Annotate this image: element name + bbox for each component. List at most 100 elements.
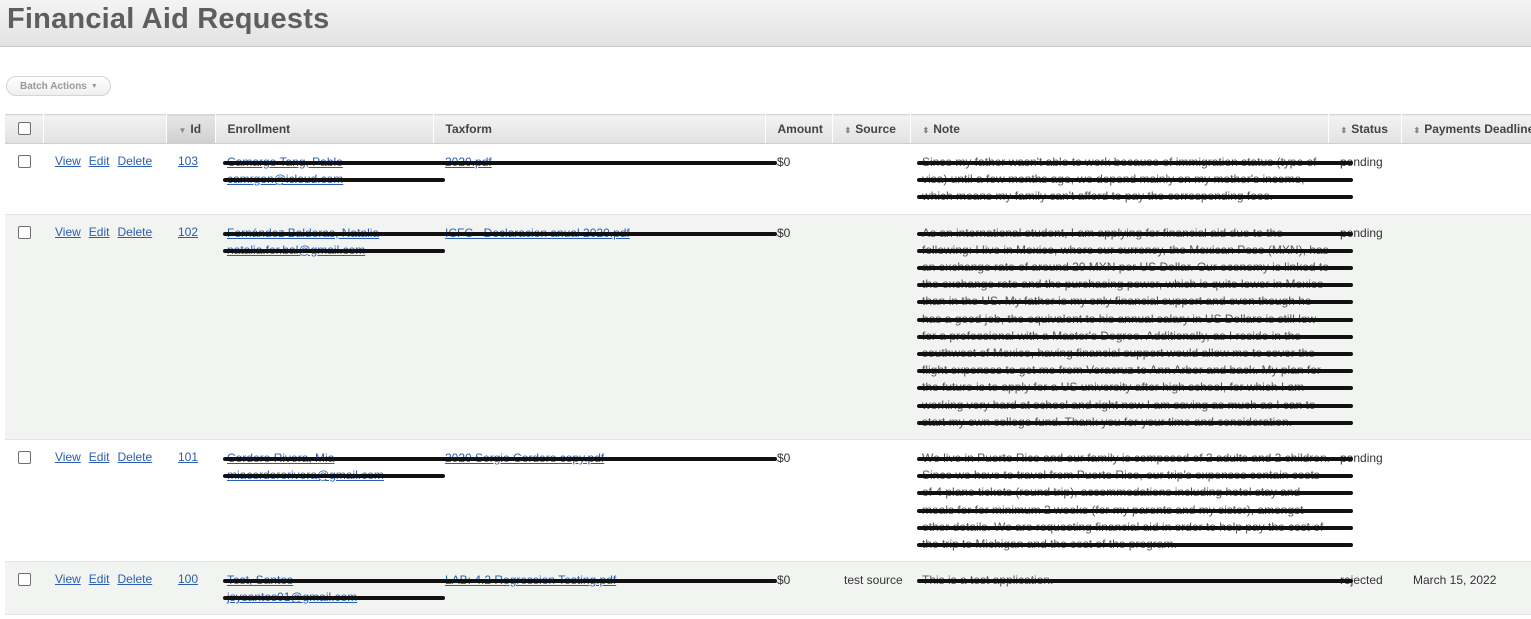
note-line: other details. We are requesting financi… <box>917 519 1353 536</box>
enrollment-name-link[interactable]: Fernández Balderas, Natalia <box>227 226 379 240</box>
delete-link[interactable]: Delete <box>117 154 152 168</box>
column-header-enrollment[interactable]: Enrollment <box>215 114 434 144</box>
edit-link[interactable]: Edit <box>89 225 110 239</box>
enrollment-name: Fernández Balderas, Natalia <box>223 225 445 242</box>
view-link[interactable]: View <box>55 572 81 586</box>
delete-link[interactable]: Delete <box>117 572 152 586</box>
row-id-link[interactable]: 103 <box>178 154 198 168</box>
row-checkbox[interactable] <box>18 573 31 587</box>
page-header: Financial Aid Requests <box>0 0 1531 47</box>
row-enrollment-cell: Test, Santos jsysantos01@gmail.com <box>215 561 445 615</box>
row-select-cell <box>5 561 43 615</box>
column-header-source[interactable]: ⬍ Source <box>832 114 911 144</box>
page-title: Financial Aid Requests <box>7 3 330 35</box>
note-line: This is a test application. <box>917 572 1353 589</box>
row-select-cell <box>5 214 43 440</box>
enrollment-name-link[interactable]: Test, Santos <box>227 573 293 587</box>
sort-both-icon: ⬍ <box>1413 126 1421 135</box>
note-line: has a good job, the equivalent to his an… <box>917 311 1353 328</box>
row-enrollment-cell: Camargo Tang, Pablo camrgon@icloud.com <box>215 143 445 215</box>
enrollment-email: miacorderorivera@gmail.com <box>223 467 445 484</box>
note-line: start my own college fund. Thank you for… <box>917 414 1353 431</box>
enrollment-email-link[interactable]: natalia.fer.bal@gmail.com <box>227 243 365 257</box>
enrollment-name-link[interactable]: Camargo Tang, Pablo <box>227 155 343 169</box>
delete-link[interactable]: Delete <box>117 450 152 464</box>
taxform-file: 2020 Sergio Cordero copy.pdf <box>441 450 777 467</box>
caret-down-icon: ▼ <box>90 83 98 90</box>
note-line: following: I live in Mexico, where our c… <box>917 242 1353 259</box>
column-header-id[interactable]: ▼ Id <box>166 114 216 144</box>
edit-link[interactable]: Edit <box>89 450 110 464</box>
column-header-status[interactable]: ⬍ Status <box>1328 114 1402 144</box>
row-source-cell <box>832 214 910 440</box>
column-header-label: Status <box>1351 122 1388 136</box>
note-line: working very hard at school and right no… <box>917 397 1353 414</box>
column-header-note[interactable]: ⬍ Note <box>910 114 1329 144</box>
note-line: meals for for minimum 2 weeks (for my pa… <box>917 502 1353 519</box>
row-source-cell: test source <box>832 561 910 615</box>
taxform-file: ICFC - Declaracion anual 2020.pdf <box>441 225 777 242</box>
enrollment-email-link[interactable]: miacorderorivera@gmail.com <box>227 468 384 482</box>
table-header-row: ▼ Id Enrollment Taxform Amount ⬍ Source ⬍ N… <box>5 114 1531 144</box>
taxform-file-link[interactable]: 2020 Sergio Cordero copy.pdf <box>445 451 604 465</box>
note-line: We live in Puerto Rico and our family is… <box>917 450 1353 467</box>
row-select-cell <box>5 439 43 562</box>
column-header-label: Enrollment <box>227 122 291 136</box>
column-header-payments-deadline[interactable]: ⬍ Payments Deadline <box>1401 114 1531 144</box>
note-line: visa) until a few months ago, we depend … <box>917 171 1353 188</box>
row-checkbox[interactable] <box>18 225 31 239</box>
row-payments-deadline-cell <box>1401 143 1531 215</box>
row-note-cell: Since my father wasn't able to work beca… <box>910 143 1353 215</box>
row-amount-cell: $0 <box>765 214 832 440</box>
note-line: Since my father wasn't able to work beca… <box>917 154 1353 171</box>
row-id-link[interactable]: 100 <box>178 572 198 586</box>
table-row: View Edit Delete 100 Test, Santos jsysantos01… <box>5 561 1531 615</box>
view-link[interactable]: View <box>55 450 81 464</box>
column-header-amount[interactable]: Amount <box>765 114 833 144</box>
row-actions-cell: View Edit Delete <box>43 561 166 615</box>
actions-header <box>43 114 167 144</box>
row-taxform-cell: 2020 Sergio Cordero copy.pdf <box>433 439 777 562</box>
taxform-file-link[interactable]: ICFC - Declaracion anual 2020.pdf <box>445 226 630 240</box>
note-line: As an international student, I am applyi… <box>917 225 1353 242</box>
table-row: View Edit Delete 101 Cordero Rivera, Mia miac… <box>5 439 1531 562</box>
taxform-file-link[interactable]: LAB: 4.2 Regression Testing.pdf <box>445 573 616 587</box>
row-checkbox[interactable] <box>18 155 31 168</box>
row-id-link[interactable]: 101 <box>178 450 198 464</box>
requests-table-container: ▼ Id Enrollment Taxform Amount ⬍ Source ⬍ N… <box>5 114 1531 615</box>
row-id-cell: 103 <box>166 143 215 215</box>
row-payments-deadline-cell <box>1401 439 1531 562</box>
row-select-cell <box>5 143 43 215</box>
note-line: flight expenses to get me from Veracruz … <box>917 362 1353 379</box>
taxform-file-link[interactable]: 2020.pdf <box>445 155 492 169</box>
view-link[interactable]: View <box>55 225 81 239</box>
row-taxform-cell: 2020.pdf <box>433 143 777 215</box>
row-enrollment-cell: Fernández Balderas, Natalia natalia.fer.b… <box>215 214 445 440</box>
row-note-cell: This is a test application. <box>910 561 1353 615</box>
enrollment-email: natalia.fer.bal@gmail.com <box>223 242 445 259</box>
table-body: View Edit Delete 103 Camargo Tang, Pablo camr… <box>5 143 1531 615</box>
select-all-checkbox[interactable] <box>18 121 31 135</box>
batch-actions-button[interactable]: Batch Actions ▼ <box>6 76 111 96</box>
edit-link[interactable]: Edit <box>89 572 110 586</box>
enrollment-email: jsysantos01@gmail.com <box>223 589 445 606</box>
enrollment-name: Cordero Rivera, Mia <box>223 450 445 467</box>
enrollment-name-link[interactable]: Cordero Rivera, Mia <box>227 451 334 465</box>
note-line: the trip to Michigan and the cost of the… <box>917 536 1353 553</box>
view-link[interactable]: View <box>55 154 81 168</box>
row-source-cell <box>832 439 910 562</box>
enrollment-email: camrgon@icloud.com <box>223 171 445 188</box>
row-checkbox[interactable] <box>18 451 31 465</box>
enrollment-name: Test, Santos <box>223 572 445 589</box>
column-header-taxform[interactable]: Taxform <box>433 114 766 144</box>
row-payments-deadline-cell <box>1401 214 1531 440</box>
row-id-cell: 101 <box>166 439 215 562</box>
enrollment-email-link[interactable]: jsysantos01@gmail.com <box>227 590 357 604</box>
taxform-file: LAB: 4.2 Regression Testing.pdf <box>441 572 777 589</box>
sort-both-icon: ⬍ <box>1340 126 1348 135</box>
enrollment-email-link[interactable]: camrgon@icloud.com <box>227 172 343 186</box>
row-id-link[interactable]: 102 <box>178 225 198 239</box>
edit-link[interactable]: Edit <box>89 154 110 168</box>
delete-link[interactable]: Delete <box>117 225 152 239</box>
sort-both-icon: ⬍ <box>922 126 930 135</box>
